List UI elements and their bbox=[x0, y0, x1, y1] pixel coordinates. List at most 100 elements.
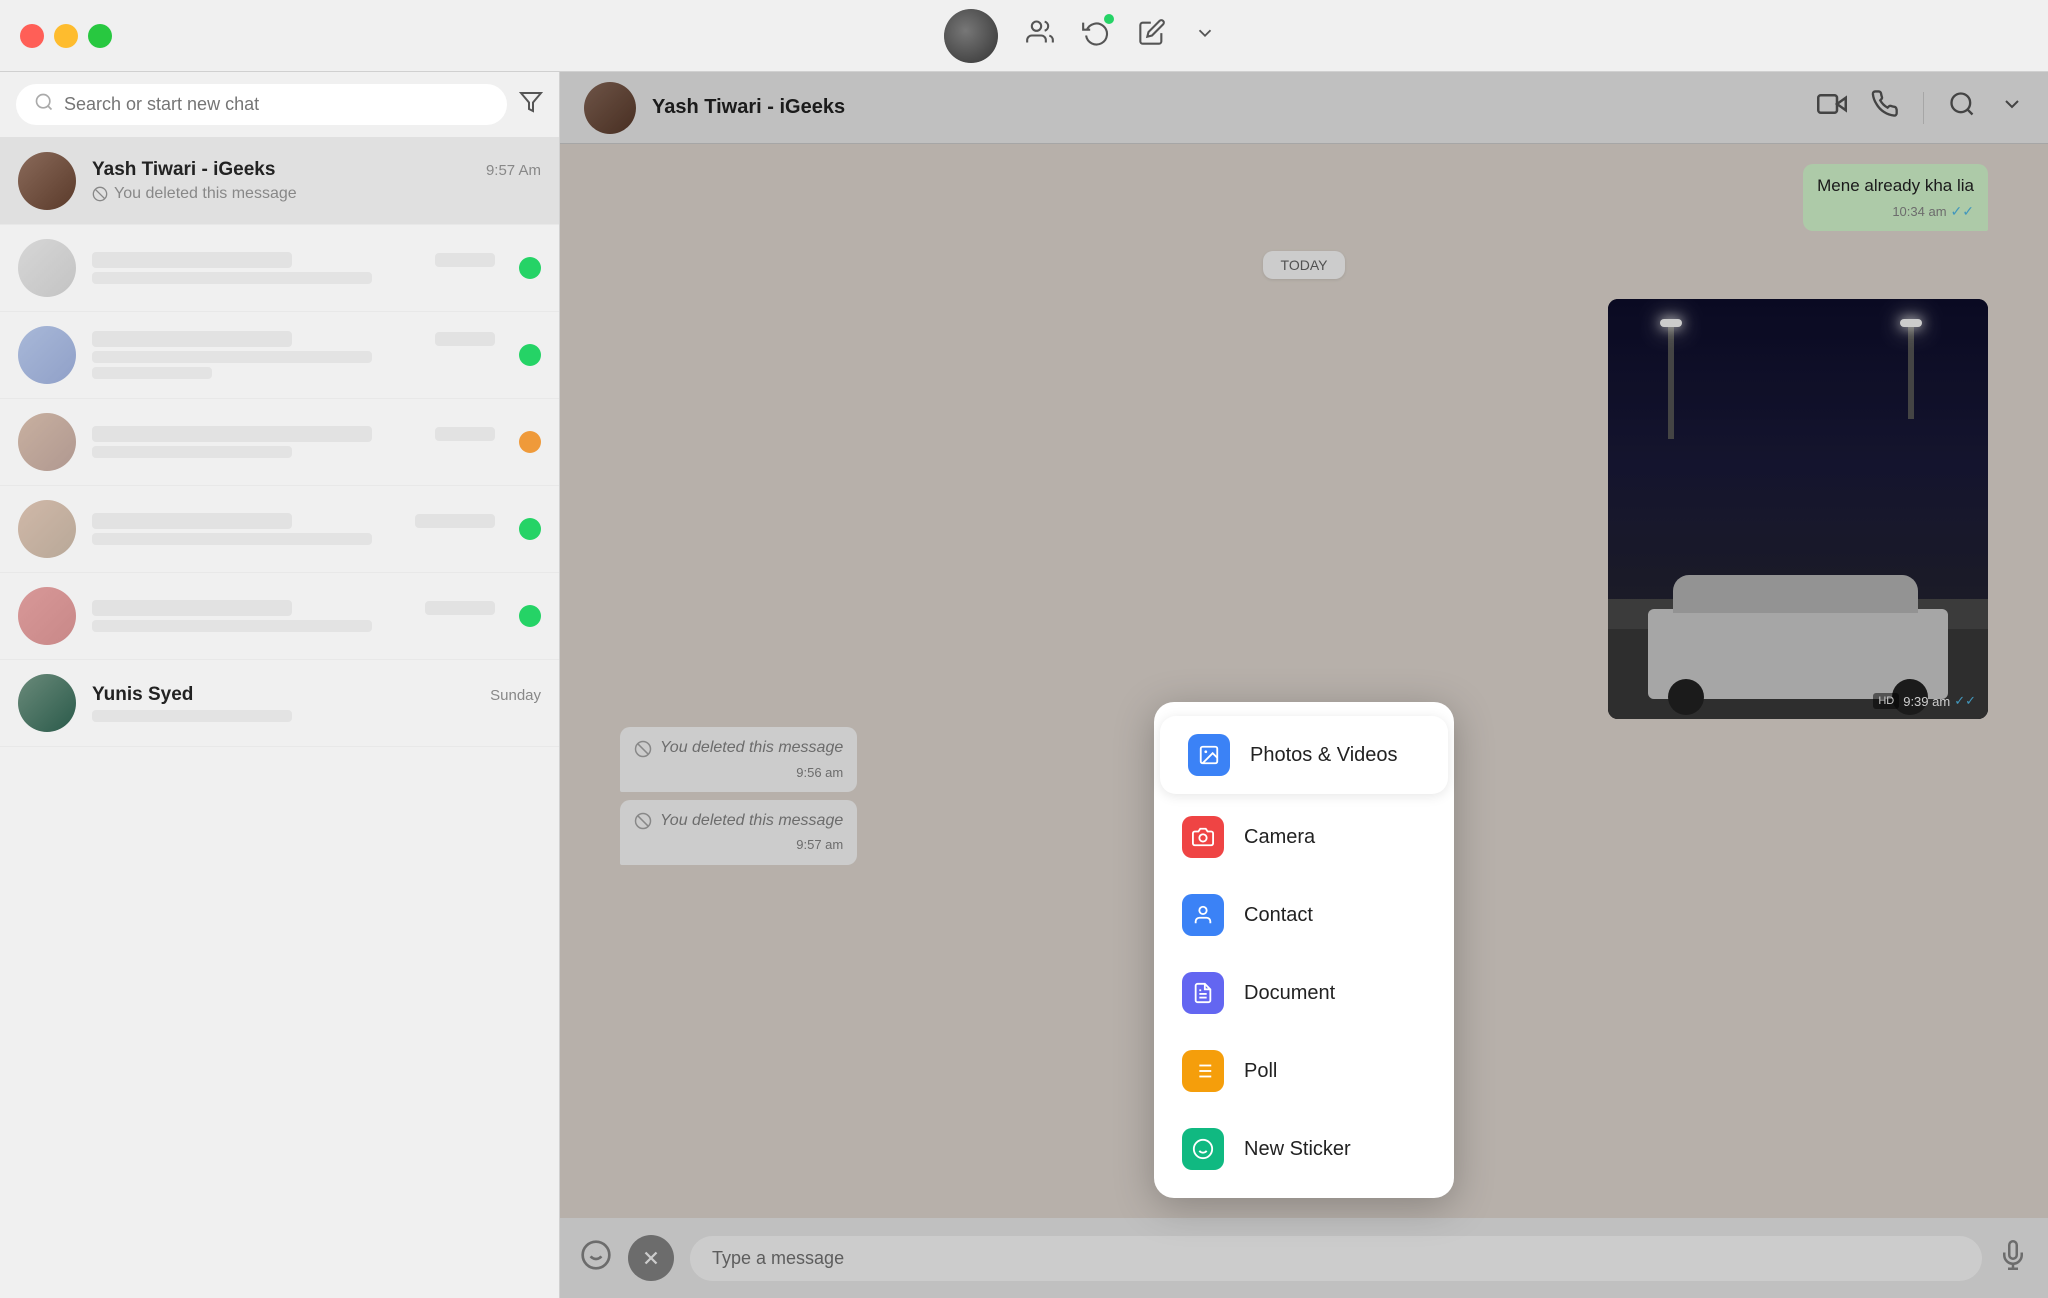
search-icon bbox=[34, 92, 54, 117]
chat-name-row bbox=[92, 252, 495, 268]
blurred-time bbox=[435, 427, 495, 441]
avatar bbox=[18, 500, 76, 558]
popup-label-new-sticker: New Sticker bbox=[1244, 1138, 1351, 1161]
blurred-preview bbox=[92, 272, 372, 284]
chevron-down-icon[interactable] bbox=[1194, 20, 1216, 51]
titlebar-center bbox=[944, 9, 1216, 63]
chat-info bbox=[92, 252, 495, 284]
ban-icon bbox=[92, 186, 108, 202]
blurred-preview bbox=[92, 533, 372, 545]
search-input-wrap[interactable] bbox=[16, 84, 507, 125]
blurred-time bbox=[425, 601, 495, 615]
chat-info bbox=[92, 426, 495, 458]
close-button[interactable] bbox=[20, 24, 44, 48]
unread-badge bbox=[519, 344, 541, 366]
avatar bbox=[18, 326, 76, 384]
chat-list: Yash Tiwari - iGeeks 9:57 Am You deleted… bbox=[0, 138, 559, 1298]
notification-badge bbox=[1104, 14, 1114, 24]
unread-badge bbox=[519, 257, 541, 279]
chat-info: Yunis Syed Sunday bbox=[92, 684, 541, 722]
chat-info bbox=[92, 600, 495, 632]
list-item[interactable] bbox=[0, 312, 559, 399]
blurred-time bbox=[435, 253, 495, 267]
camera-icon bbox=[1182, 816, 1224, 858]
chat-name-row: Yash Tiwari - iGeeks 9:57 Am bbox=[92, 159, 541, 181]
chat-preview bbox=[92, 710, 541, 722]
list-item[interactable] bbox=[0, 573, 559, 660]
avatar bbox=[18, 239, 76, 297]
popup-item-document[interactable]: Document bbox=[1154, 954, 1454, 1032]
window-controls bbox=[20, 24, 112, 48]
contact-icon bbox=[1182, 894, 1224, 936]
chat-area-container: Yash Tiwari - iGeeks bbox=[560, 72, 2048, 1298]
new-sticker-icon bbox=[1182, 1128, 1224, 1170]
chat-name-row bbox=[92, 600, 495, 616]
popup-item-contact[interactable]: Contact bbox=[1154, 876, 1454, 954]
preview-text: You deleted this message bbox=[114, 185, 297, 203]
list-item[interactable] bbox=[0, 399, 559, 486]
search-bar bbox=[0, 72, 559, 138]
document-icon bbox=[1182, 972, 1224, 1014]
avatar-image bbox=[944, 9, 998, 63]
list-item[interactable] bbox=[0, 225, 559, 312]
refresh-icon[interactable] bbox=[1082, 18, 1110, 53]
blurred-time bbox=[415, 514, 495, 528]
chat-name-row bbox=[92, 331, 495, 347]
search-input[interactable] bbox=[64, 94, 489, 115]
chat-name-row bbox=[92, 513, 495, 529]
chat-preview-blurred bbox=[92, 351, 495, 379]
avatar bbox=[18, 413, 76, 471]
blurred-preview2 bbox=[92, 367, 212, 379]
chat-time: Sunday bbox=[490, 687, 541, 704]
sidebar: Yash Tiwari - iGeeks 9:57 Am You deleted… bbox=[0, 72, 560, 1298]
chat-preview-blurred bbox=[92, 620, 495, 632]
chat-name-row: Yunis Syed Sunday bbox=[92, 684, 541, 706]
popup-item-photos[interactable]: Photos & Videos bbox=[1160, 716, 1448, 794]
popup-item-camera[interactable]: Camera bbox=[1154, 798, 1454, 876]
chat-info: Yash Tiwari - iGeeks 9:57 Am You deleted… bbox=[92, 159, 541, 203]
chat-name: Yunis Syed bbox=[92, 684, 193, 706]
blurred-time bbox=[435, 332, 495, 346]
chat-name-row bbox=[92, 426, 495, 442]
avatar bbox=[18, 674, 76, 732]
list-item[interactable]: Yunis Syed Sunday bbox=[0, 660, 559, 747]
list-item[interactable]: Yash Tiwari - iGeeks 9:57 Am You deleted… bbox=[0, 138, 559, 225]
popup-item-new-sticker[interactable]: New Sticker bbox=[1154, 1110, 1454, 1188]
attachment-popup: Photos & Videos Camera bbox=[1154, 702, 1454, 1198]
blurred-preview bbox=[92, 351, 372, 363]
title-bar bbox=[0, 0, 2048, 72]
blurred-preview bbox=[92, 710, 292, 722]
unread-badge bbox=[519, 431, 541, 453]
popup-label-document: Document bbox=[1244, 982, 1335, 1005]
chat-time: 9:57 Am bbox=[486, 162, 541, 179]
blurred-name bbox=[92, 600, 292, 616]
chat-preview-blurred bbox=[92, 272, 495, 284]
photos-videos-icon bbox=[1188, 734, 1230, 776]
chat-preview: You deleted this message bbox=[92, 185, 541, 203]
new-group-icon[interactable] bbox=[1026, 18, 1054, 53]
popup-item-poll[interactable]: Poll bbox=[1154, 1032, 1454, 1110]
chat-info bbox=[92, 513, 495, 545]
popup-label-photos: Photos & Videos bbox=[1250, 744, 1398, 767]
blurred-preview bbox=[92, 620, 372, 632]
chat-name: Yash Tiwari - iGeeks bbox=[92, 159, 275, 181]
maximize-button[interactable] bbox=[88, 24, 112, 48]
popup-label-poll: Poll bbox=[1244, 1060, 1277, 1083]
titlebar-icons bbox=[1026, 18, 1216, 53]
blurred-name bbox=[92, 426, 372, 442]
blurred-name bbox=[92, 252, 292, 268]
unread-badge bbox=[519, 518, 541, 540]
unread-badge bbox=[519, 605, 541, 627]
avatar[interactable] bbox=[944, 9, 998, 63]
chat-info bbox=[92, 331, 495, 379]
popup-label-contact: Contact bbox=[1244, 904, 1313, 927]
avatar bbox=[18, 587, 76, 645]
list-item[interactable] bbox=[0, 486, 559, 573]
blurred-name bbox=[92, 331, 292, 347]
compose-icon[interactable] bbox=[1138, 18, 1166, 53]
popup-label-camera: Camera bbox=[1244, 826, 1315, 849]
filter-icon[interactable] bbox=[519, 90, 543, 120]
minimize-button[interactable] bbox=[54, 24, 78, 48]
chat-preview-blurred bbox=[92, 446, 495, 458]
blurred-name bbox=[92, 513, 292, 529]
